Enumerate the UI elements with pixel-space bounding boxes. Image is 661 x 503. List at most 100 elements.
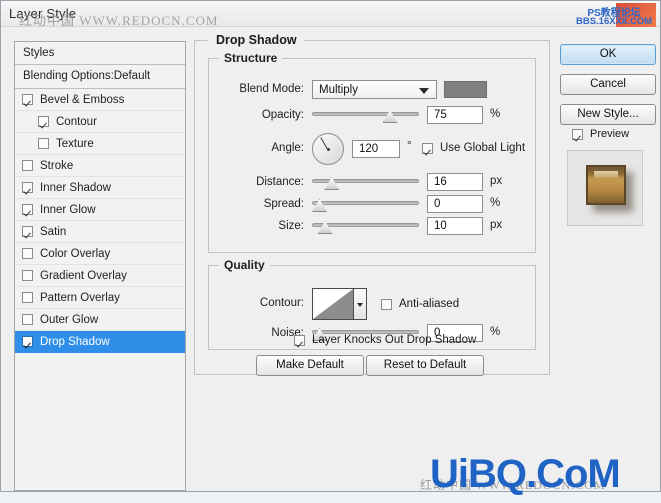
- angle-unit: °: [407, 140, 412, 152]
- effect-item-label: Outer Glow: [40, 313, 99, 326]
- effect-item-outer-glow[interactable]: Outer Glow: [15, 309, 185, 331]
- effect-checkbox[interactable]: [22, 226, 33, 237]
- ok-button[interactable]: OK: [560, 44, 656, 65]
- chevron-down-icon: [419, 88, 429, 94]
- distance-slider-track: [312, 179, 419, 183]
- effect-item-contour[interactable]: Contour: [15, 111, 185, 133]
- size-unit: px: [490, 219, 503, 231]
- styles-panel-header: Styles: [15, 42, 185, 65]
- contour-dropdown-arrow[interactable]: [354, 288, 367, 320]
- spread-row: Spread: 0 %: [209, 194, 537, 214]
- cancel-button[interactable]: Cancel: [560, 74, 656, 95]
- effect-checkbox[interactable]: [22, 182, 33, 193]
- opacity-input[interactable]: 75: [427, 106, 483, 124]
- effect-checkbox[interactable]: [38, 116, 49, 127]
- effect-checkbox[interactable]: [22, 336, 33, 347]
- effect-item-bevel-emboss[interactable]: Bevel & Emboss: [15, 89, 185, 111]
- noise-unit: %: [490, 326, 501, 338]
- effect-item-label: Satin: [40, 225, 67, 238]
- effect-item-label: Bevel & Emboss: [40, 93, 125, 106]
- effect-item-gradient-overlay[interactable]: Gradient Overlay: [15, 265, 185, 287]
- opacity-slider[interactable]: [312, 106, 419, 123]
- distance-input[interactable]: 16: [427, 173, 483, 191]
- spread-slider[interactable]: [312, 195, 419, 212]
- opacity-label: Opacity:: [261, 109, 304, 121]
- opacity-slider-track: [312, 112, 419, 116]
- effect-item-inner-shadow[interactable]: Inner Shadow: [15, 177, 185, 199]
- watermark-corner-line2: BBS.16XX8.COM: [575, 16, 653, 27]
- spread-slider-track: [312, 201, 419, 205]
- reset-to-default-button[interactable]: Reset to Default: [366, 355, 484, 376]
- spread-label: Spread:: [263, 198, 304, 210]
- effect-checkbox[interactable]: [22, 314, 33, 325]
- use-global-light-checkbox[interactable]: [422, 142, 433, 154]
- structure-legend: Structure: [219, 51, 283, 65]
- effect-checkbox[interactable]: [22, 270, 33, 281]
- blend-mode-value: Multiply: [319, 84, 358, 96]
- spread-input[interactable]: 0: [427, 195, 483, 213]
- distance-row: Distance: 16 px: [209, 172, 537, 192]
- effect-checkbox[interactable]: [22, 204, 33, 215]
- effect-checkbox[interactable]: [38, 138, 49, 149]
- anti-aliased-label: Anti-aliased: [399, 298, 460, 310]
- blend-mode-row: Blend Mode: Multiply: [209, 79, 537, 99]
- opacity-unit: %: [490, 108, 501, 120]
- size-row: Size: 10 px: [209, 216, 537, 236]
- watermark-top: 红动中国 WWW.REDOCN.COM: [19, 13, 219, 28]
- anti-aliased-row[interactable]: Anti-aliased: [381, 298, 459, 310]
- contour-row: Contour: Anti-aliased: [209, 286, 537, 322]
- effect-item-label: Contour: [56, 115, 97, 128]
- blending-options-item[interactable]: Blending Options:Default: [15, 65, 185, 89]
- angle-dial-hub: [326, 147, 330, 151]
- structure-group: Structure Blend Mode: Multiply Opacity: …: [208, 51, 537, 253]
- effect-item-pattern-overlay[interactable]: Pattern Overlay: [15, 287, 185, 309]
- size-slider[interactable]: [312, 217, 419, 234]
- make-default-button[interactable]: Make Default: [256, 355, 364, 376]
- noise-label: Noise:: [271, 327, 304, 339]
- effect-item-inner-glow[interactable]: Inner Glow: [15, 199, 185, 221]
- preview-checkbox[interactable]: [572, 128, 583, 140]
- effect-item-label: Pattern Overlay: [40, 291, 120, 304]
- effect-item-stroke[interactable]: Stroke: [15, 155, 185, 177]
- use-global-light-label: Use Global Light: [440, 142, 526, 154]
- effect-item-satin[interactable]: Satin: [15, 221, 185, 243]
- watermark-bottom: UiBQ.CoM: [430, 452, 621, 496]
- effect-item-label: Stroke: [40, 159, 74, 172]
- angle-label: Angle:: [271, 142, 304, 154]
- layer-knocks-out-row[interactable]: Layer Knocks Out Drop Shadow: [294, 334, 476, 346]
- contour-preview[interactable]: [312, 288, 354, 320]
- watermark-corner: PS教程论坛 BBS.16XX8.COM: [572, 3, 656, 29]
- layer-knocks-out-label: Layer Knocks Out Drop Shadow: [312, 334, 477, 346]
- distance-unit: px: [490, 175, 503, 187]
- effect-item-texture[interactable]: Texture: [15, 133, 185, 155]
- contour-curve-icon: [313, 289, 353, 319]
- blend-mode-dropdown[interactable]: Multiply: [312, 80, 437, 99]
- preview-label: Preview: [590, 128, 630, 140]
- effect-checkbox[interactable]: [22, 160, 33, 171]
- use-global-light-row[interactable]: Use Global Light: [422, 142, 525, 154]
- size-input[interactable]: 10: [427, 217, 483, 235]
- new-style-button[interactable]: New Style...: [560, 104, 656, 125]
- preview-chip: [586, 165, 626, 205]
- effect-checkbox[interactable]: [22, 248, 33, 259]
- layer-style-dialog: Layer Style Styles Blending Options:Defa…: [0, 0, 661, 492]
- blend-mode-label: Blend Mode:: [239, 83, 304, 95]
- layer-knocks-out-checkbox[interactable]: [294, 334, 305, 346]
- size-label: Size:: [278, 220, 304, 232]
- effect-checkbox[interactable]: [22, 94, 33, 105]
- effects-list: Bevel & Emboss Contour Texture Stroke Inner …: [15, 89, 185, 353]
- effect-item-label: Inner Shadow: [40, 181, 111, 194]
- style-preview-thumbnail: [567, 150, 643, 226]
- anti-aliased-checkbox[interactable]: [381, 298, 392, 310]
- effect-item-drop-shadow[interactable]: Drop Shadow: [15, 331, 185, 353]
- shadow-color-swatch[interactable]: [444, 81, 487, 98]
- effect-item-color-overlay[interactable]: Color Overlay: [15, 243, 185, 265]
- effect-item-label: Drop Shadow: [40, 335, 110, 348]
- angle-input[interactable]: 120: [352, 140, 400, 158]
- distance-slider[interactable]: [312, 173, 419, 190]
- angle-dial[interactable]: [312, 133, 344, 165]
- distance-label: Distance:: [256, 176, 304, 188]
- effect-checkbox[interactable]: [22, 292, 33, 303]
- effect-item-label: Texture: [56, 137, 94, 150]
- preview-row[interactable]: Preview: [572, 128, 629, 140]
